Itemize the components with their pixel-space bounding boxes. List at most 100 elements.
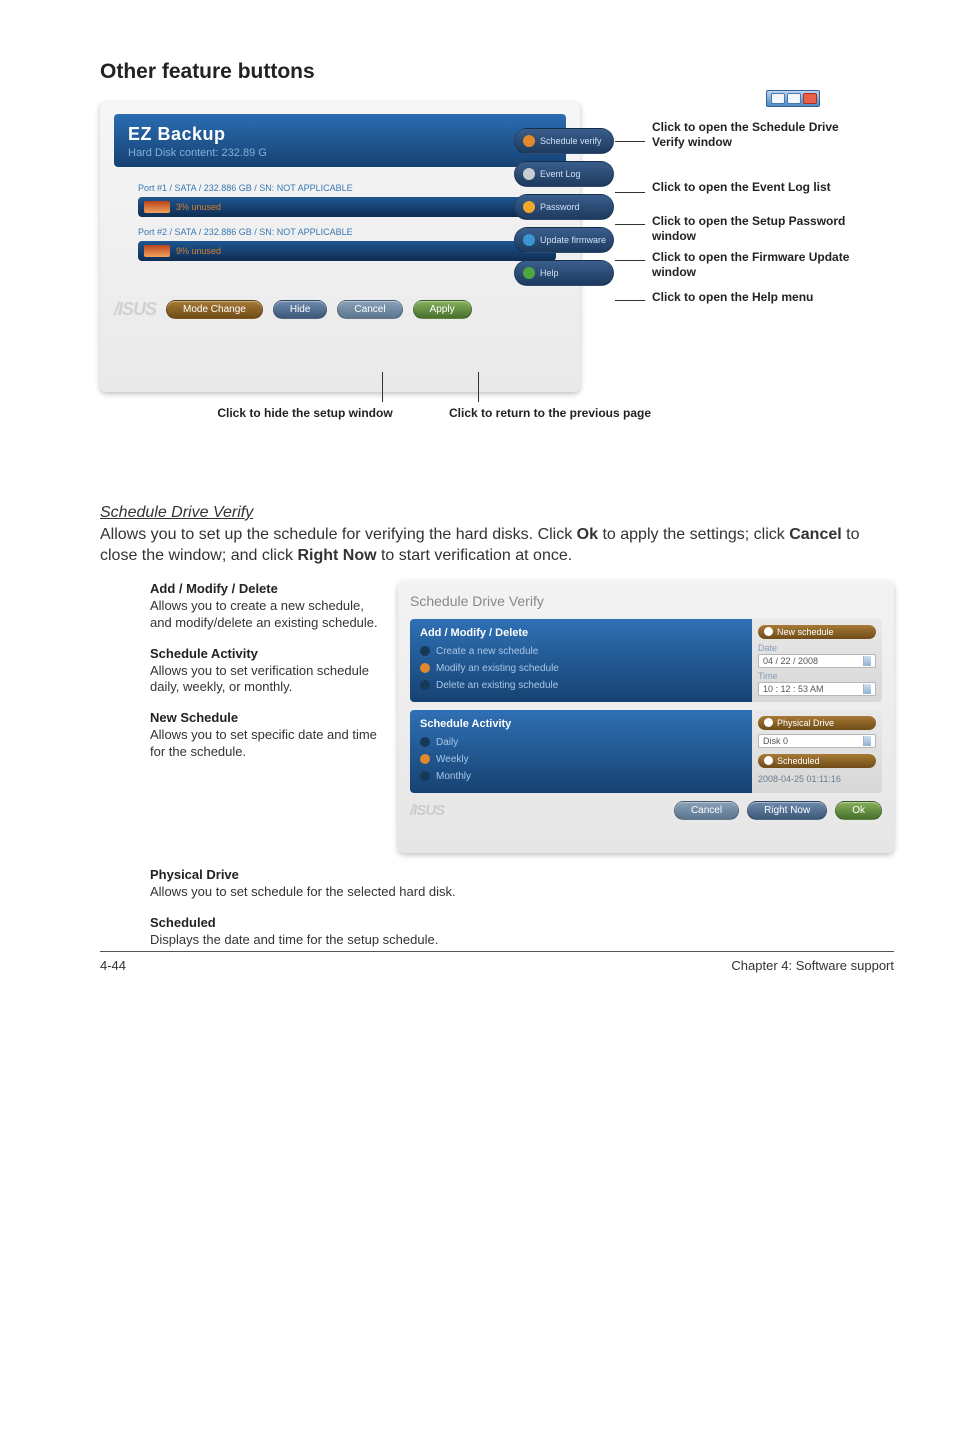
sdv-row-weekly[interactable]: Weekly <box>420 751 742 768</box>
schedule-intro-title: Schedule Drive Verify <box>100 504 253 521</box>
spinner-icon[interactable] <box>863 656 871 666</box>
page-number: 4-44 <box>100 958 126 973</box>
annot-password: Click to open the Setup Password window <box>652 214 872 244</box>
si-cancel: Cancel <box>789 526 841 543</box>
disk-field[interactable]: Disk 0 <box>758 734 876 748</box>
hide-button[interactable]: Hide <box>273 300 328 319</box>
sdv-cancel-button[interactable]: Cancel <box>674 801 739 820</box>
pill-new-schedule: New schedule <box>758 625 876 639</box>
tab-ev-label: Event Log <box>540 169 581 179</box>
sdv-left-sa: Schedule Activity Daily Weekly Monthly <box>410 710 752 793</box>
sdv-row-monthly[interactable]: Monthly <box>420 768 742 785</box>
tab-help[interactable]: Help <box>514 260 614 286</box>
below-descriptions: Physical Drive Allows you to set schedul… <box>100 867 894 949</box>
dropdown-icon[interactable] <box>863 736 871 746</box>
ezbackup-figure: EZ Backup Hard Disk content: 232.89 G Po… <box>100 102 894 462</box>
ezbackup-header: EZ Backup Hard Disk content: 232.89 G <box>114 114 566 167</box>
sdv-row-delete[interactable]: Delete an existing schedule <box>420 677 742 694</box>
desc-ns-body: Allows you to set specific date and time… <box>150 727 380 761</box>
cancel-button[interactable]: Cancel <box>337 300 402 319</box>
sdv-amd3: Delete an existing schedule <box>436 680 558 691</box>
pill-scheduled: Scheduled <box>758 754 876 768</box>
desc-sch-body: Displays the date and time for the setup… <box>150 932 894 949</box>
leader-line <box>615 260 645 261</box>
si-ok: Ok <box>577 526 598 543</box>
annot-help: Click to open the Help menu <box>652 290 872 305</box>
sdv-row-modify[interactable]: Modify an existing schedule <box>420 660 742 677</box>
chapter-label: Chapter 4: Software support <box>731 958 894 973</box>
port1-label: Port #1 / SATA / 232.886 GB / SN: NOT AP… <box>138 183 556 193</box>
clock-icon <box>523 135 535 147</box>
gear-icon <box>764 627 773 636</box>
radio-icon <box>420 646 430 656</box>
ezbackup-window: EZ Backup Hard Disk content: 232.89 G Po… <box>100 102 580 392</box>
annot-event-log: Click to open the Event Log list <box>652 180 872 195</box>
gear-icon <box>764 718 773 727</box>
usage-bar-1: 3% unused <box>138 197 556 217</box>
lbl-time: Time <box>758 671 876 681</box>
desc-sa-body: Allows you to set verification schedule … <box>150 663 380 697</box>
help-icon <box>523 267 535 279</box>
desc-ns: New Schedule Allows you to set specific … <box>150 710 380 761</box>
date-field[interactable]: 04 / 22 / 2008 <box>758 654 876 668</box>
tab-schedule-verify[interactable]: Schedule verify <box>514 128 614 154</box>
si-b1: Allows you to set up the schedule for ve… <box>100 526 577 543</box>
radio-icon <box>420 680 430 690</box>
sdv-ok-button[interactable]: Ok <box>835 801 882 820</box>
tab-firmware[interactable]: Update firmware <box>514 227 614 253</box>
sdv-amd2: Modify an existing schedule <box>436 663 559 674</box>
pill-sch-label: Scheduled <box>777 756 820 766</box>
tab-event-log[interactable]: Event Log <box>514 161 614 187</box>
sdv-row-create[interactable]: Create a new schedule <box>420 643 742 660</box>
leader-line <box>615 141 645 142</box>
mode-change-button[interactable]: Mode Change <box>166 300 263 319</box>
desc-pd-title: Physical Drive <box>150 867 894 882</box>
radio-icon <box>420 663 430 673</box>
lock-icon <box>523 201 535 213</box>
maximize-icon[interactable] <box>787 93 801 104</box>
list-icon <box>523 168 535 180</box>
si-rn: Right Now <box>297 547 376 564</box>
annot-hide: Click to hide the setup window <box>180 406 430 420</box>
minimize-icon[interactable] <box>771 93 785 104</box>
tab-sv-label: Schedule verify <box>540 136 602 146</box>
radio-icon <box>420 771 430 781</box>
spinner-icon[interactable] <box>863 684 871 694</box>
close-icon[interactable] <box>803 93 817 104</box>
desc-amd-body: Allows you to create a new schedule, and… <box>150 598 380 632</box>
side-tabs: Schedule verify Event Log Password Updat… <box>514 128 614 286</box>
time-field[interactable]: 10 : 12 : 53 AM <box>758 682 876 696</box>
disk-value: Disk 0 <box>763 736 788 746</box>
asus-logo: /ISUS <box>410 802 444 819</box>
desc-sa: Schedule Activity Allows you to set veri… <box>150 646 380 697</box>
annot-schedule-verify: Click to open the Schedule Drive Verify … <box>652 120 872 150</box>
sdv-sa3: Monthly <box>436 771 471 782</box>
time-value: 10 : 12 : 53 AM <box>763 684 824 694</box>
other-feature-heading: Other feature buttons <box>100 60 894 84</box>
annot-cancel: Click to return to the previous page <box>410 406 690 420</box>
ezbackup-buttonrow: /ISUS Mode Change Hide Cancel Apply <box>114 299 566 320</box>
leader-line <box>615 300 645 301</box>
usage-bar-2: 9% unused <box>138 241 556 261</box>
sdv-panel-amd: Add / Modify / Delete Create a new sched… <box>410 619 882 702</box>
date-value: 04 / 22 / 2008 <box>763 656 818 666</box>
sdv-amd-hdr: Add / Modify / Delete <box>420 627 742 643</box>
si-b2: to apply the settings; click <box>598 526 789 543</box>
si-b4: to start verification at once. <box>377 547 573 564</box>
sdv-right-pdsch: Physical Drive Disk 0 Scheduled 2008-04-… <box>752 710 882 793</box>
tab-password[interactable]: Password <box>514 194 614 220</box>
sdv-row-daily[interactable]: Daily <box>420 734 742 751</box>
tab-pw-label: Password <box>540 202 580 212</box>
radio-icon <box>420 737 430 747</box>
sdv-amd1: Create a new schedule <box>436 646 538 657</box>
desc-ns-title: New Schedule <box>150 710 380 725</box>
sdv-rightnow-button[interactable]: Right Now <box>747 801 827 820</box>
sdv-right-ns: New schedule Date 04 / 22 / 2008 Time 10… <box>752 619 882 702</box>
port2-label: Port #2 / SATA / 232.886 GB / SN: NOT AP… <box>138 227 556 237</box>
apply-button[interactable]: Apply <box>413 300 472 319</box>
tab-fw-label: Update firmware <box>540 235 606 245</box>
annot-firmware: Click to open the Firmware Update window <box>652 250 872 280</box>
desc-amd-title: Add / Modify / Delete <box>150 581 380 596</box>
leader-line <box>382 372 383 402</box>
ezbackup-title: EZ Backup <box>128 124 552 145</box>
